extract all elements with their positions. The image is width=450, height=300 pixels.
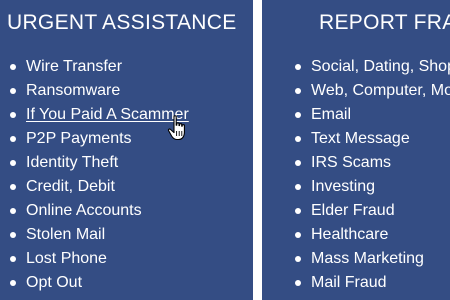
bullet-icon (10, 64, 16, 70)
list-item: Email (295, 103, 450, 127)
link-online-accounts[interactable]: Online Accounts (26, 202, 142, 219)
list-item: Wire Transfer (10, 55, 189, 79)
link-investing[interactable]: Investing (311, 178, 375, 195)
bullet-icon (295, 88, 301, 94)
list-item: If You Paid A Scammer (10, 103, 189, 127)
list-item: Healthcare (295, 223, 450, 247)
list-item: Online Accounts (10, 199, 189, 223)
link-irs-scams[interactable]: IRS Scams (311, 154, 391, 171)
list-item: Social, Dating, Shop (295, 55, 450, 79)
list-item: Stolen Mail (10, 223, 189, 247)
bullet-icon (10, 88, 16, 94)
link-mail-fraud[interactable]: Mail Fraud (311, 274, 387, 291)
link-healthcare[interactable]: Healthcare (311, 226, 388, 243)
bullet-icon (10, 184, 16, 190)
list-item: Mass Marketing (295, 247, 450, 271)
link-if-you-paid-a-scammer[interactable]: If You Paid A Scammer (26, 106, 189, 123)
bullet-icon (295, 64, 301, 70)
bullet-icon (295, 184, 301, 190)
list-item: Lost Phone (10, 247, 189, 271)
bullet-icon (295, 160, 301, 166)
link-ransomware[interactable]: Ransomware (26, 82, 120, 99)
bullet-icon (10, 256, 16, 262)
link-stolen-mail[interactable]: Stolen Mail (26, 226, 105, 243)
list-item: Opt Out (10, 271, 189, 295)
list-item: Elder Fraud (295, 199, 450, 223)
bullet-icon (295, 232, 301, 238)
list-item: Credit, Debit (10, 175, 189, 199)
link-p2p-payments[interactable]: P2P Payments (26, 130, 132, 147)
bullet-icon (10, 112, 16, 118)
urgent-assistance-panel: URGENT ASSISTANCE Wire Transfer Ransomwa… (0, 0, 253, 300)
link-lost-phone[interactable]: Lost Phone (26, 250, 107, 267)
page: URGENT ASSISTANCE Wire Transfer Ransomwa… (0, 0, 450, 300)
link-text-message[interactable]: Text Message (311, 130, 410, 147)
link-identity-theft[interactable]: Identity Theft (26, 154, 118, 171)
list-item: IRS Scams (295, 151, 450, 175)
link-email[interactable]: Email (311, 106, 351, 123)
bullet-icon (10, 280, 16, 286)
list-item: Identity Theft (10, 151, 189, 175)
list-item: Web, Computer, Mo (295, 79, 450, 103)
list-item: Text Message (295, 127, 450, 151)
bullet-icon (295, 256, 301, 262)
report-fraud-panel: REPORT FRA Social, Dating, Shop Web, Com… (262, 0, 450, 300)
report-fraud-list: Social, Dating, Shop Web, Computer, Mo E… (295, 55, 450, 295)
link-elder-fraud[interactable]: Elder Fraud (311, 202, 395, 219)
link-social-dating-shop[interactable]: Social, Dating, Shop (311, 58, 450, 75)
bullet-icon (10, 232, 16, 238)
urgent-assistance-list: Wire Transfer Ransomware If You Paid A S… (10, 55, 189, 295)
list-item: P2P Payments (10, 127, 189, 151)
bullet-icon (295, 208, 301, 214)
bullet-icon (295, 136, 301, 142)
list-item: Ransomware (10, 79, 189, 103)
list-item: Investing (295, 175, 450, 199)
link-opt-out[interactable]: Opt Out (26, 274, 82, 291)
link-mass-marketing[interactable]: Mass Marketing (311, 250, 424, 267)
link-web-computer[interactable]: Web, Computer, Mo (311, 82, 450, 99)
bullet-icon (10, 208, 16, 214)
report-fraud-title: REPORT FRA (319, 11, 450, 34)
bullet-icon (295, 280, 301, 286)
bullet-icon (10, 160, 16, 166)
list-item: Mail Fraud (295, 271, 450, 295)
bullet-icon (295, 112, 301, 118)
link-wire-transfer[interactable]: Wire Transfer (26, 58, 122, 75)
link-credit-debit[interactable]: Credit, Debit (26, 178, 115, 195)
bullet-icon (10, 136, 16, 142)
urgent-assistance-title: URGENT ASSISTANCE (7, 11, 237, 34)
